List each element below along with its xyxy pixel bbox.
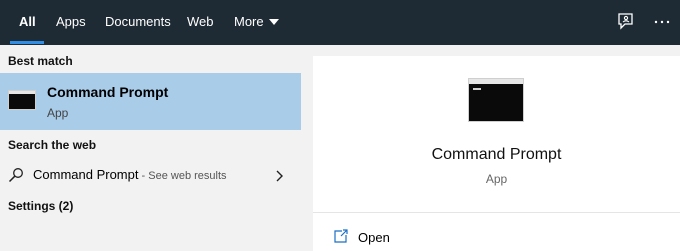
tab-all-label: All (19, 14, 36, 29)
tab-all[interactable]: All (19, 0, 36, 45)
tab-more-label: More (234, 14, 264, 29)
divider (313, 212, 680, 213)
search-icon (8, 167, 24, 183)
active-tab-indicator (10, 41, 44, 44)
windows-search-panel: All Apps Documents Web More Best match C… (0, 0, 680, 251)
results-pane: Best match Command Prompt App Search the… (0, 45, 301, 251)
open-action[interactable]: Open (313, 226, 680, 250)
search-web-heading: Search the web (8, 138, 97, 152)
open-label: Open (358, 230, 390, 245)
preview-title: Command Prompt (431, 146, 562, 163)
tab-apps[interactable]: Apps (56, 0, 86, 45)
chevron-right-icon[interactable] (274, 169, 284, 182)
tab-web-label: Web (187, 14, 214, 29)
caret-down-icon (268, 19, 279, 25)
web-search-result[interactable]: Command Prompt - See web results (0, 161, 301, 187)
preview-subtitle: App (485, 172, 508, 186)
open-icon (333, 228, 349, 244)
more-options-icon[interactable] (652, 12, 672, 32)
command-prompt-icon (8, 90, 36, 110)
best-match-heading: Best match (8, 54, 73, 68)
web-search-text: Command Prompt - See web results (33, 167, 227, 182)
preview-pane: Command Prompt App Open (313, 56, 680, 251)
tab-apps-label: Apps (56, 14, 86, 29)
feedback-icon[interactable] (616, 12, 636, 32)
tab-web[interactable]: Web (187, 0, 214, 45)
tab-more[interactable]: More (234, 0, 279, 45)
best-match-title: Command Prompt (47, 84, 169, 100)
command-prompt-large-icon (468, 78, 524, 122)
search-filter-bar: All Apps Documents Web More (0, 0, 680, 45)
best-match-result[interactable]: Command Prompt App (0, 73, 301, 130)
web-search-query: Command Prompt (33, 167, 139, 182)
best-match-subtitle: App (47, 106, 69, 120)
web-search-hint: - See web results (138, 170, 227, 182)
tab-documents-label: Documents (105, 14, 171, 29)
settings-heading[interactable]: Settings (2) (8, 199, 73, 213)
tab-documents[interactable]: Documents (105, 0, 171, 45)
